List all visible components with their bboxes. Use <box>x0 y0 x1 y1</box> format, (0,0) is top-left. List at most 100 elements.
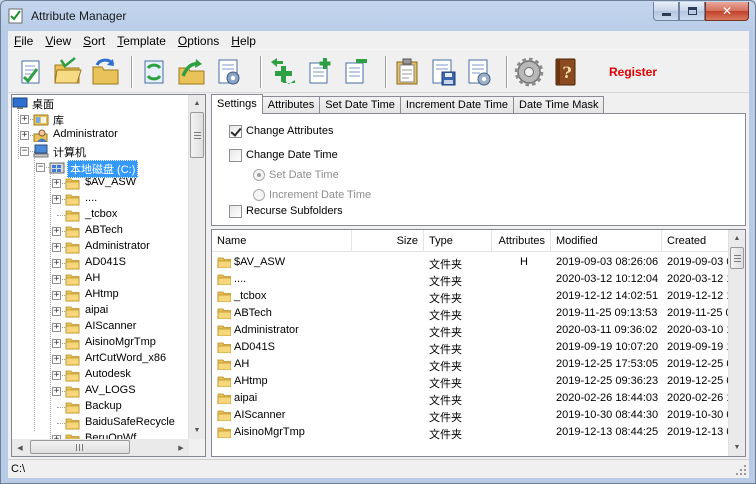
file-row[interactable]: ABTech 文件夹 2019-11-25 09:13:53 2019-11-25 0… <box>212 305 729 322</box>
expand-icon[interactable]: + <box>20 131 29 140</box>
set-date-time-radio[interactable]: Set Date Time <box>253 167 339 183</box>
file-list-scroll-thumb[interactable] <box>730 247 744 269</box>
tree-item[interactable]: + ABTech <box>12 223 192 239</box>
maximize-button[interactable] <box>679 2 705 21</box>
tree-item[interactable]: _tcbox <box>12 207 192 223</box>
expand-icon[interactable]: + <box>52 227 61 236</box>
tree-horizontal-scrollbar[interactable]: ◀ ▶ <box>12 439 189 456</box>
increment-date-time-radio-dot[interactable] <box>253 189 265 201</box>
expand-icon[interactable]: + <box>52 243 61 252</box>
tab-increment-date-time[interactable]: Increment Date Time <box>399 96 515 114</box>
expand-icon[interactable]: + <box>52 179 61 188</box>
expand-icon[interactable]: + <box>52 339 61 348</box>
column-header-size[interactable]: Size <box>352 230 424 252</box>
file-row[interactable]: _tcbox 文件夹 2019-12-12 14:02:51 2019-12-12 1… <box>212 288 729 305</box>
menu-options[interactable]: Options <box>172 31 225 50</box>
menu-help[interactable]: Help <box>225 31 262 50</box>
open-folder-button[interactable] <box>50 54 84 90</box>
minimize-button[interactable] <box>653 2 679 21</box>
tab-set-date-time[interactable]: Set Date Time <box>319 96 401 114</box>
tree-item[interactable]: + Administrator <box>12 239 192 255</box>
change-date-time-check[interactable] <box>229 148 242 162</box>
tree-item[interactable]: + AV_LOGS <box>12 383 192 399</box>
tree-item[interactable]: +.... <box>12 191 192 207</box>
resize-grip-icon[interactable] <box>735 464 747 476</box>
tree-item[interactable]: + aipai <box>12 303 192 319</box>
file-list-vertical-scrollbar[interactable]: ▲ ▼ <box>728 230 745 456</box>
gear-button[interactable] <box>512 54 546 90</box>
add-page-button[interactable] <box>302 54 336 90</box>
expand-icon[interactable]: + <box>52 307 61 316</box>
tree-item[interactable]: + AHtmp <box>12 287 192 303</box>
tree-item[interactable]: + Administrator <box>12 127 192 143</box>
file-row[interactable]: AHtmp 文件夹 2019-12-25 09:36:23 2019-12-25 09 <box>212 373 729 390</box>
collapse-icon[interactable]: − <box>36 163 45 172</box>
file-row[interactable]: Administrator 文件夹 2020-03-11 09:36:02 2020-… <box>212 322 729 339</box>
scroll-up-arrow-icon[interactable]: ▲ <box>189 95 205 112</box>
file-list[interactable]: Name Size Type Attributes Modified Created $A… <box>211 229 746 457</box>
recurse-subfolders-checkbox[interactable]: Recurse Subfolders <box>229 203 343 219</box>
file-row[interactable]: AIScanner 文件夹 2019-10-30 08:44:30 2019-10-3… <box>212 407 729 424</box>
file-settings-button[interactable] <box>462 54 496 90</box>
column-header-modified[interactable]: Modified <box>551 230 662 252</box>
remove-page-button[interactable] <box>338 54 372 90</box>
scroll-right-arrow-icon[interactable]: ▶ <box>173 439 189 456</box>
title-bar[interactable]: Attribute Manager ✕ <box>1 1 755 31</box>
scroll-left-arrow-icon[interactable]: ◀ <box>12 439 28 456</box>
tab-date-time-mask[interactable]: Date Time Mask <box>513 96 605 114</box>
apply-changes-button[interactable] <box>138 54 172 90</box>
save-file-button[interactable] <box>426 54 460 90</box>
tree-hscroll-thumb[interactable] <box>30 440 130 454</box>
tree-item[interactable]: + Autodesk <box>12 367 192 383</box>
file-row[interactable]: AD041S 文件夹 2019-09-19 10:07:20 2019-09-19 1… <box>212 339 729 356</box>
collapse-icon[interactable]: − <box>20 147 29 156</box>
edit-attributes-button[interactable] <box>14 54 48 90</box>
tree-item[interactable]: + AH <box>12 271 192 287</box>
tree-item[interactable]: + ArtCutWord_x86 <box>12 351 192 367</box>
tab-attributes[interactable]: Attributes <box>261 96 321 114</box>
go-up-button[interactable] <box>174 54 208 90</box>
change-date-time-checkbox[interactable]: Change Date Time <box>229 147 338 163</box>
tree-scroll-thumb[interactable] <box>190 112 204 158</box>
increment-date-time-radio[interactable]: Increment Date Time <box>253 187 371 203</box>
tree-item[interactable]: 桌面 <box>12 95 192 111</box>
refresh-folder-button[interactable] <box>88 54 122 90</box>
tree-item[interactable]: Backup <box>12 399 192 415</box>
file-row[interactable]: .... 文件夹 2020-03-12 10:12:04 2020-03-12 10 <box>212 271 729 288</box>
tree-item[interactable]: + AIScanner <box>12 319 192 335</box>
column-header-attributes[interactable]: Attributes <box>492 230 551 252</box>
expand-icon[interactable]: + <box>52 275 61 284</box>
settings-page-button[interactable] <box>212 54 246 90</box>
scroll-down-arrow-icon[interactable]: ▼ <box>189 422 205 439</box>
scroll-down-arrow-icon[interactable]: ▼ <box>729 439 745 456</box>
menu-template[interactable]: Template <box>111 31 172 50</box>
menu-file[interactable]: File <box>8 31 39 50</box>
menu-view[interactable]: View <box>39 31 77 50</box>
clipboard-button[interactable] <box>390 54 424 90</box>
register-link[interactable]: Register <box>609 65 657 79</box>
expand-icon[interactable]: + <box>52 355 61 364</box>
tab-settings[interactable]: Settings <box>211 94 263 114</box>
folder-tree[interactable]: +BeruOpWfBaiduSafeRecycleBackup+AV_LOGS+… <box>11 94 206 457</box>
column-header-name[interactable]: Name <box>212 230 352 252</box>
close-button[interactable]: ✕ <box>705 2 749 21</box>
menu-sort[interactable]: Sort <box>77 31 111 50</box>
tree-vertical-scrollbar[interactable]: ▲ ▼ <box>188 95 205 456</box>
column-header-created[interactable]: Created <box>662 230 729 252</box>
expand-icon[interactable]: + <box>52 259 61 268</box>
tree-item[interactable]: − 本地磁盘 (C:) <box>12 159 192 178</box>
change-attributes-check[interactable] <box>229 124 242 138</box>
expand-icon[interactable]: + <box>52 371 61 380</box>
tree-item[interactable]: + AD041S <box>12 255 192 271</box>
column-header-type[interactable]: Type <box>424 230 492 252</box>
expand-icon[interactable]: + <box>52 195 61 204</box>
tree-item[interactable]: + AisinoMgrTmp <box>12 335 192 351</box>
expand-icon[interactable]: + <box>20 115 29 124</box>
tree-item[interactable]: + 库 <box>12 111 192 127</box>
set-date-time-radio-dot[interactable] <box>253 169 265 181</box>
tree-item[interactable]: BaiduSafeRecycle <box>12 415 192 431</box>
add-item-button[interactable] <box>266 54 300 90</box>
expand-icon[interactable]: + <box>52 387 61 396</box>
file-row[interactable]: aipai 文件夹 2020-02-26 18:44:03 2020-02-26 18 <box>212 390 729 407</box>
scroll-up-arrow-icon[interactable]: ▲ <box>729 230 745 247</box>
